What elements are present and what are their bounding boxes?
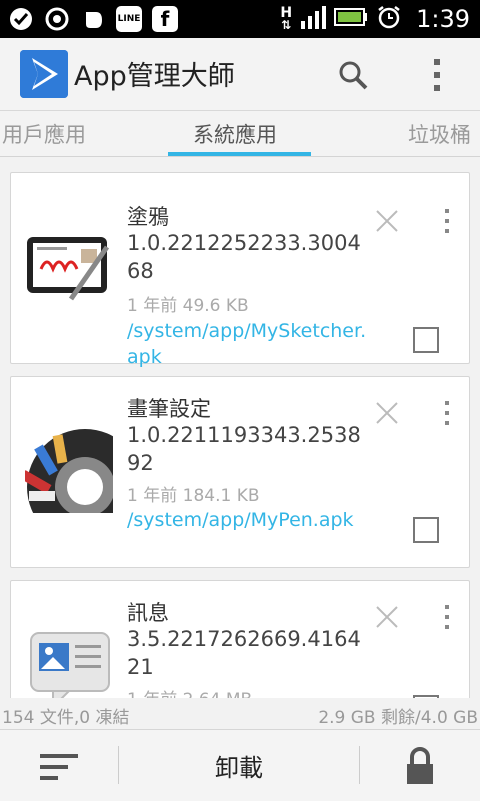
pen-settings-icon: [20, 425, 143, 545]
tab-user-apps[interactable]: 用戶應用: [2, 119, 86, 149]
app-title: App管理大師: [74, 61, 235, 92]
overflow-menu-icon[interactable]: [426, 56, 448, 94]
check-icon: [8, 6, 34, 32]
close-icon[interactable]: [373, 603, 401, 631]
bottom-bar: 卸載: [0, 729, 480, 801]
app-version: 3.5.2217262669.416421: [127, 627, 361, 679]
select-checkbox[interactable]: [413, 517, 439, 543]
app-meta: 1 年前 2.64 MB: [127, 685, 252, 698]
close-icon[interactable]: [373, 399, 401, 427]
app-name: 畫筆設定: [127, 397, 211, 421]
app-name: 訊息: [127, 601, 169, 625]
storage-info-bar: 154 文件,0 凍結 2.9 GB 剩餘/4.0 GB: [0, 699, 480, 729]
sync-icon: [44, 6, 70, 32]
app-meta: 1 年前 184.1 KB: [127, 486, 260, 506]
data-arrows-icon: H ⇅: [280, 5, 293, 32]
sort-icon[interactable]: [38, 752, 82, 782]
app-logo[interactable]: [20, 50, 68, 98]
line-label: LINE: [117, 14, 141, 24]
clock: 1:39: [416, 5, 470, 33]
messaging-icon: [25, 625, 113, 698]
battery-icon: [334, 7, 368, 31]
tab-trash[interactable]: 垃圾桶: [408, 119, 471, 149]
notification-icons: LINE f: [8, 6, 178, 32]
divider: [118, 746, 119, 784]
app-list[interactable]: 塗鴉 1.0.2212252233.300468 1 年前 49.6 KB /s…: [0, 158, 480, 698]
app-meta: 1 年前 49.6 KB: [127, 296, 249, 316]
facebook-icon: f: [152, 6, 178, 32]
app-path[interactable]: /system/app/MyPen.apk: [127, 507, 367, 533]
sketch-app-icon: [25, 219, 113, 307]
select-checkbox[interactable]: [413, 327, 439, 353]
app-path[interactable]: /system/app/MySketcher.apk: [127, 318, 367, 370]
search-icon[interactable]: [336, 58, 370, 92]
item-menu-icon[interactable]: [441, 399, 453, 429]
tab-divider: [0, 156, 480, 157]
tab-system-apps[interactable]: 系統應用: [193, 119, 277, 149]
lock-icon[interactable]: [404, 746, 436, 786]
line-icon: LINE: [116, 6, 142, 32]
signal-icon: [300, 5, 327, 33]
app-version: 1.0.2211193343.253892: [127, 423, 361, 475]
close-icon[interactable]: [373, 207, 401, 235]
alarm-icon: [376, 4, 402, 34]
item-menu-icon[interactable]: [441, 603, 453, 633]
select-checkbox[interactable]: [413, 695, 439, 698]
action-bar: App管理大師: [0, 38, 480, 111]
app-name: 塗鴉: [127, 205, 169, 229]
file-count: 154 文件,0 凍結: [2, 708, 130, 728]
system-icons: H ⇅ 1:39: [280, 0, 470, 38]
list-item[interactable]: 塗鴉 1.0.2212252233.300468 1 年前 49.6 KB /s…: [10, 172, 470, 368]
app-version: 1.0.2212252233.300468: [127, 231, 361, 283]
item-menu-icon[interactable]: [441, 207, 453, 237]
facebook-label: f: [160, 7, 170, 31]
uninstall-button[interactable]: 卸載: [120, 730, 358, 801]
status-bar: LINE f H ⇅ 1:39: [0, 0, 480, 38]
evernote-icon: [80, 6, 106, 32]
list-item[interactable]: 畫筆設定 1.0.2211193343.253892 1 年前 184.1 KB…: [10, 376, 470, 568]
list-item[interactable]: 訊息 3.5.2217262669.416421 1 年前 2.64 MB: [10, 580, 470, 698]
tab-bar: 用戶應用 系統應用 垃圾桶: [0, 111, 480, 157]
storage-remaining: 2.9 GB 剩餘/4.0 GB: [318, 708, 478, 728]
divider: [359, 746, 360, 784]
